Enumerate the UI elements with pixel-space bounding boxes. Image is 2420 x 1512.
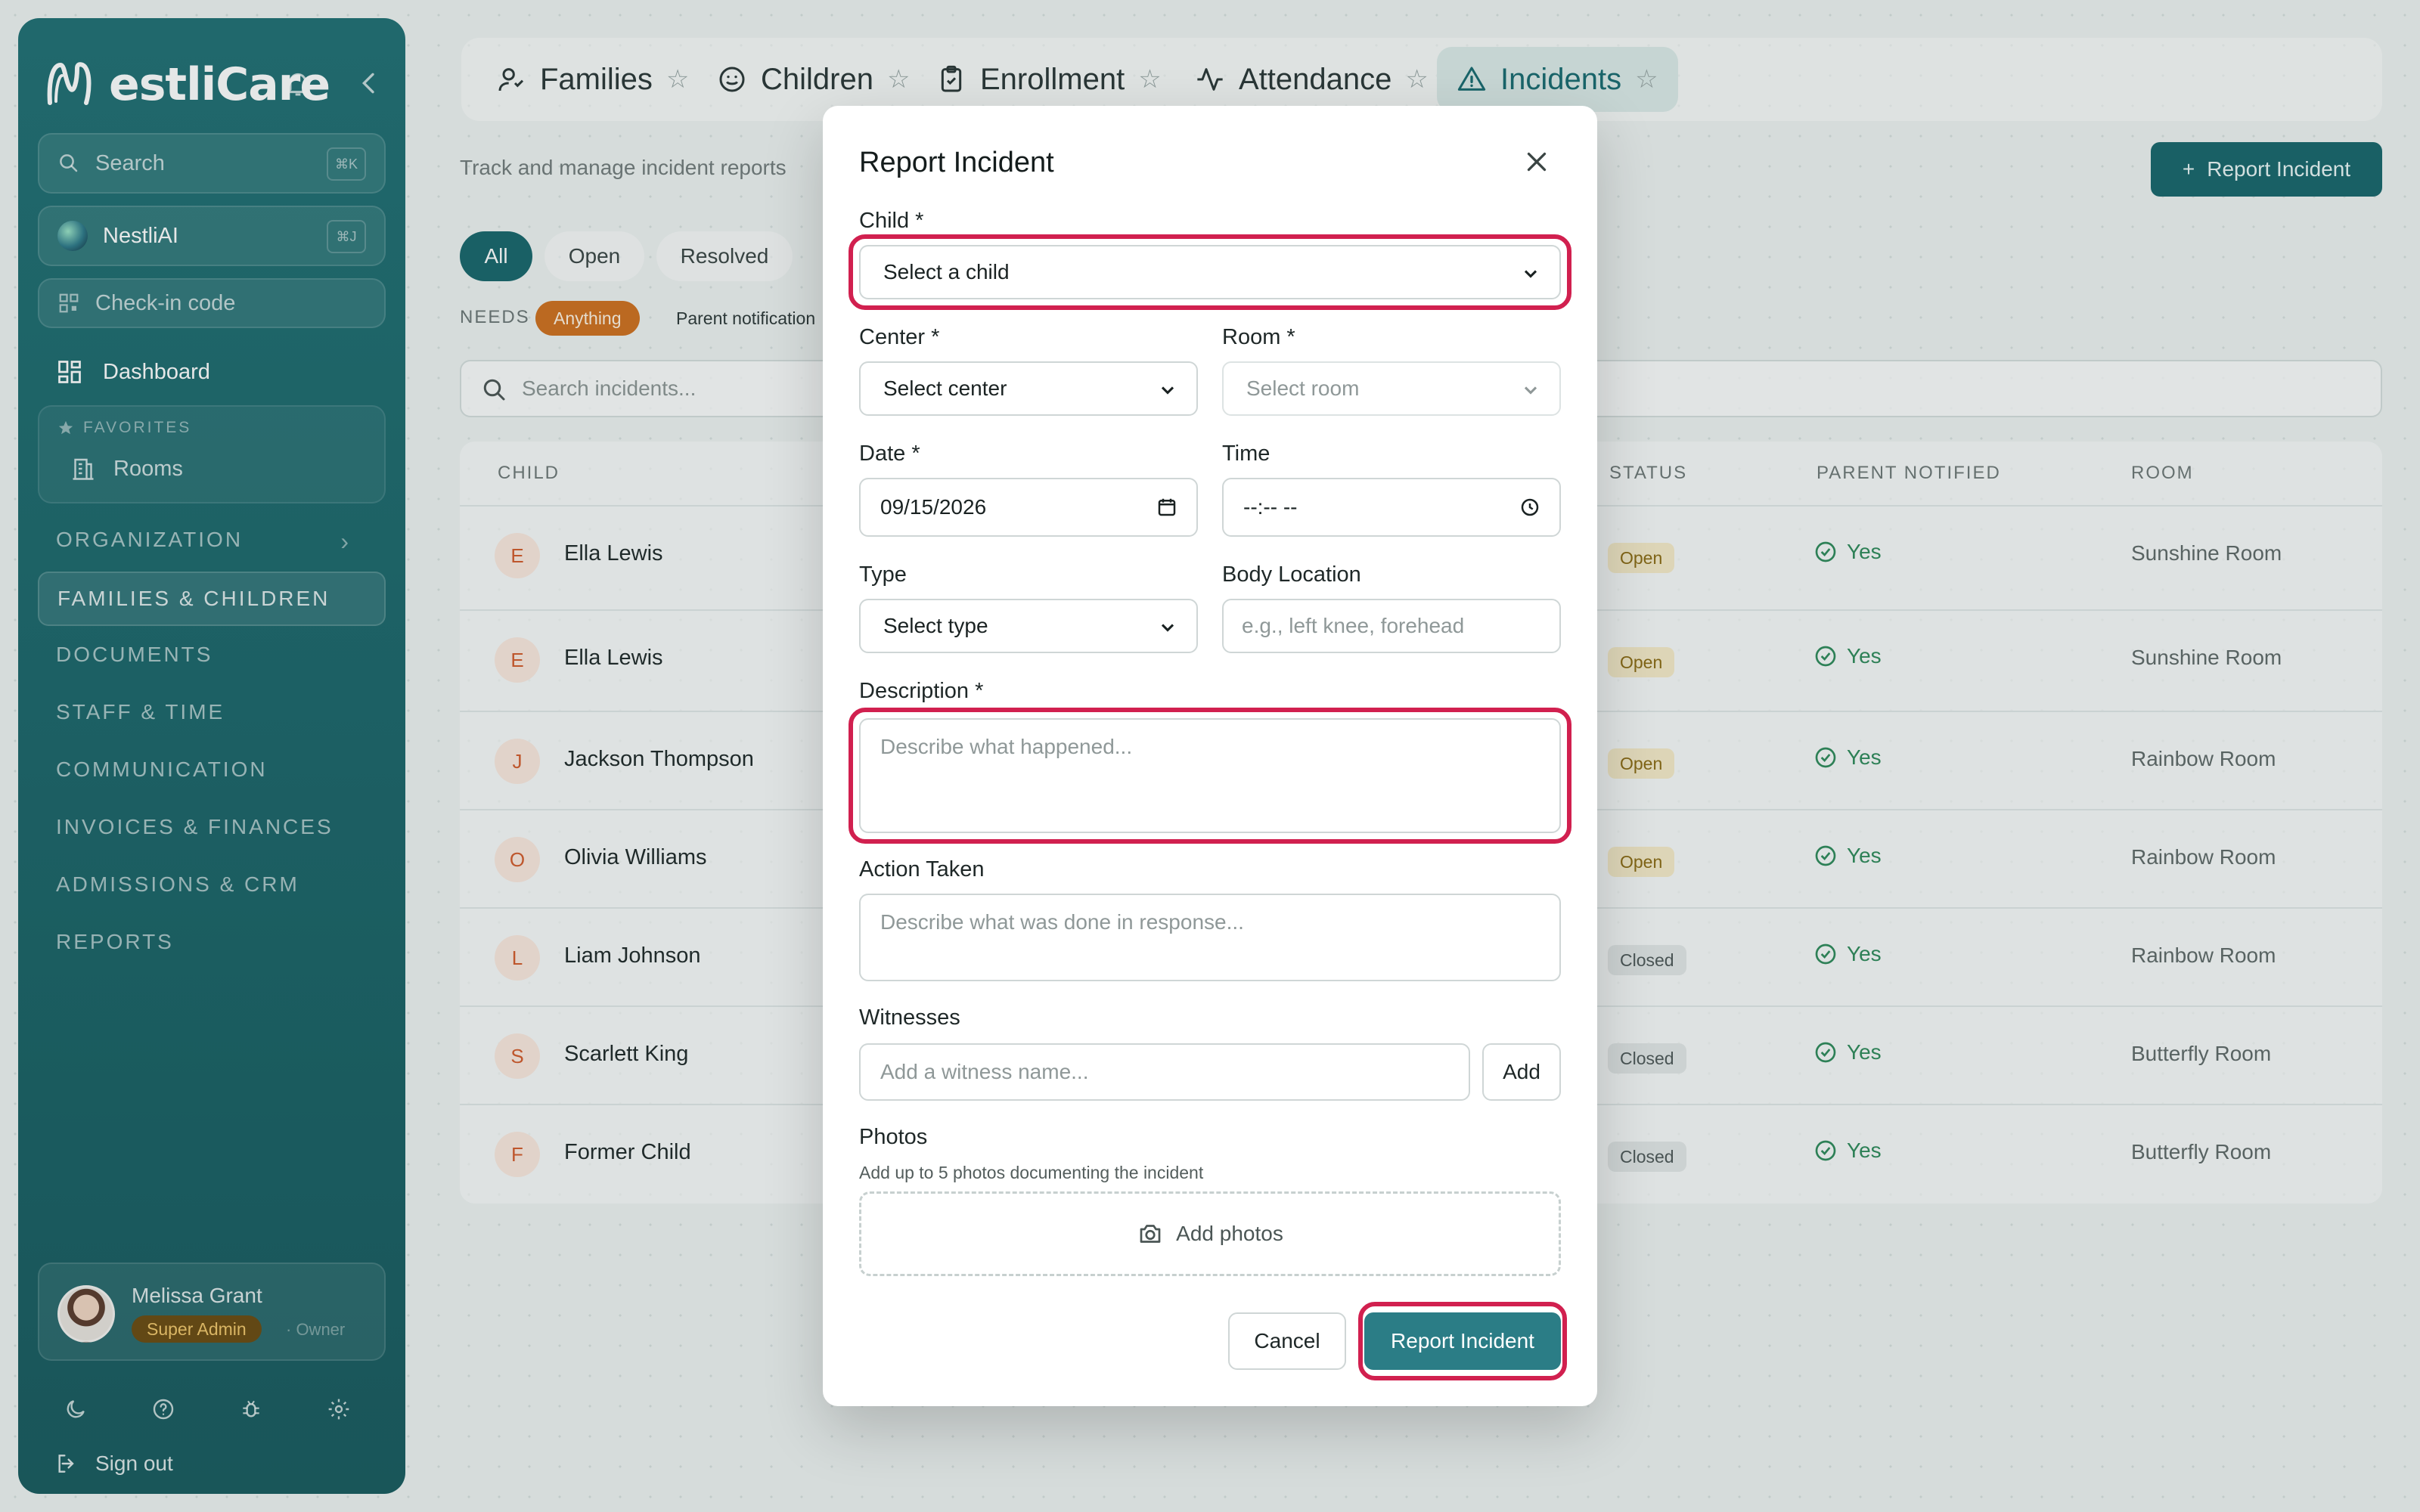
clock-icon[interactable] — [1519, 496, 1541, 519]
description-textarea[interactable]: Describe what happened... — [859, 718, 1561, 833]
cancel-button[interactable]: Cancel — [1228, 1312, 1346, 1370]
action-taken-label: Action Taken — [859, 857, 985, 881]
chevron-down-icon — [1524, 270, 1537, 278]
body-location-input[interactable]: e.g., left knee, forehead — [1222, 599, 1561, 653]
room-select[interactable]: Select room — [1222, 361, 1561, 416]
add-photos-dropzone[interactable]: Add photos — [859, 1191, 1561, 1276]
witness-name-input[interactable]: Add a witness name... — [859, 1043, 1470, 1101]
type-label: Type — [859, 562, 907, 587]
description-label: Description * — [859, 679, 984, 703]
date-label: Date * — [859, 442, 920, 466]
type-select[interactable]: Select type — [859, 599, 1198, 653]
time-input[interactable]: --:-- -- — [1222, 478, 1561, 537]
calendar-icon[interactable] — [1156, 496, 1178, 519]
camera-icon — [1140, 1225, 1161, 1243]
child-select[interactable]: Select a child — [859, 245, 1561, 299]
photos-label: Photos — [859, 1125, 928, 1149]
chevron-down-icon — [1524, 386, 1537, 395]
report-incident-submit-button[interactable]: Report Incident — [1364, 1312, 1561, 1370]
body-location-label: Body Location — [1222, 562, 1361, 587]
action-taken-textarea[interactable]: Describe what was done in response... — [859, 894, 1561, 981]
time-label: Time — [1222, 442, 1270, 466]
center-label: Center * — [859, 325, 940, 349]
modal-title: Report Incident — [859, 147, 1054, 178]
add-witness-button[interactable]: Add — [1482, 1043, 1561, 1101]
photos-hint: Add up to 5 photos documenting the incid… — [859, 1163, 1204, 1182]
room-label: Room * — [1222, 325, 1295, 349]
center-select[interactable]: Select center — [859, 361, 1198, 416]
report-incident-modal: Report Incident Child * Select a child C… — [823, 106, 1597, 1406]
chevron-down-icon — [1161, 386, 1174, 395]
close-icon[interactable] — [1523, 148, 1550, 175]
witnesses-label: Witnesses — [859, 1005, 960, 1030]
date-input[interactable]: 09/15/2026 — [859, 478, 1198, 537]
child-label: Child * — [859, 209, 924, 233]
chevron-down-icon — [1161, 624, 1174, 632]
